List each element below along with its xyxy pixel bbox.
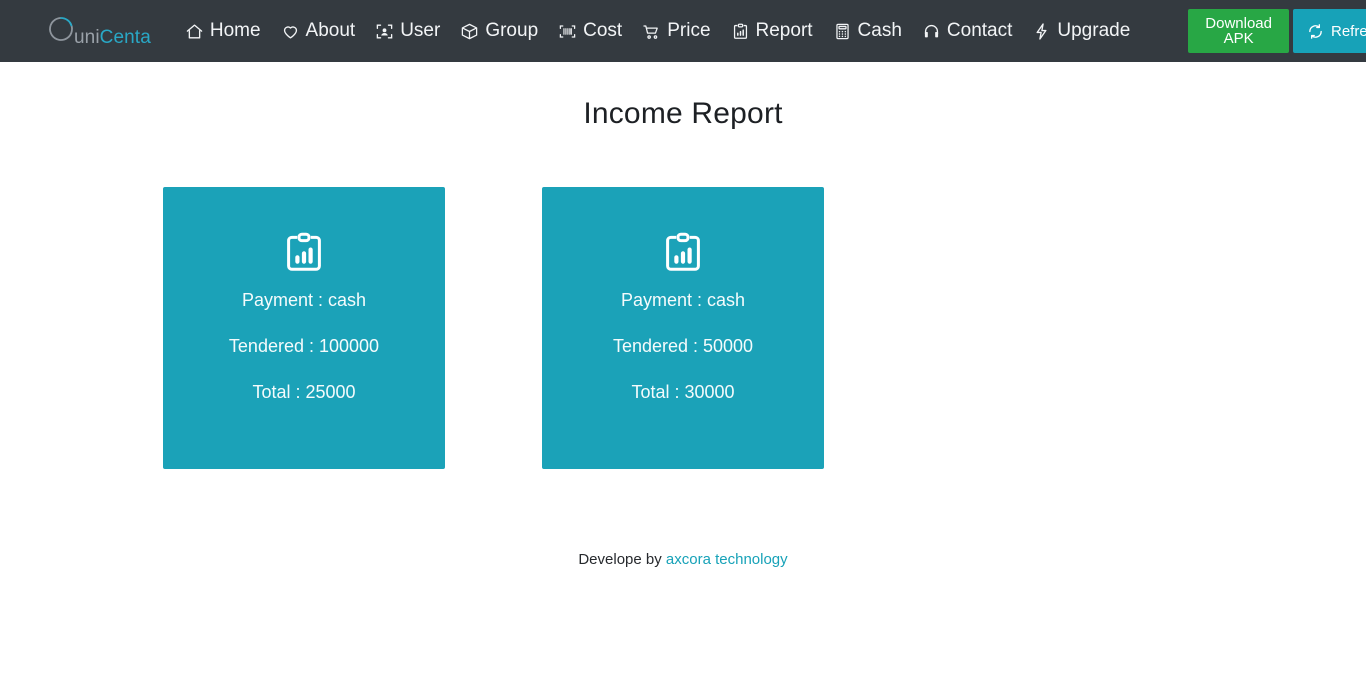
refresh-icon	[1307, 23, 1324, 40]
nav-label-cost: Cost	[583, 20, 623, 41]
nav-link-home[interactable]: Home	[175, 14, 271, 48]
nav-item-cost: Cost	[548, 14, 632, 48]
nav-item-group: Group	[450, 14, 548, 48]
refresh-label: Refresh	[1331, 22, 1366, 40]
download-apk-button[interactable]: Download APK	[1188, 9, 1289, 53]
nav-link-cash[interactable]: Cash	[823, 14, 912, 48]
card-payment-label: Payment : cash	[620, 290, 746, 310]
card-total-label: Total : 25000	[252, 382, 356, 402]
nav-item-report: Report	[721, 14, 823, 48]
nav-link-group[interactable]: Group	[450, 14, 548, 48]
nav-item-upgrade: Upgrade	[1022, 14, 1140, 48]
box-icon	[460, 22, 479, 41]
heart-icon	[281, 22, 300, 41]
nav-item-cash: Cash	[823, 14, 912, 48]
nav-label-contact: Contact	[946, 20, 1013, 41]
card-tendered-label: Tendered : 100000	[228, 336, 380, 356]
footer: Develope by axcora technology	[0, 551, 1366, 568]
income-cards-row: Payment : cash Tendered : 100000 Total :…	[0, 187, 1366, 469]
nav-link-user[interactable]: User	[365, 14, 450, 48]
nav-label-about: About	[305, 20, 356, 41]
nav-label-group: Group	[485, 20, 539, 41]
nav-label-report: Report	[755, 20, 813, 41]
nav-item-home: Home	[175, 14, 271, 48]
nav-link-upgrade[interactable]: Upgrade	[1022, 14, 1140, 48]
lightning-bolt-icon	[1032, 22, 1051, 41]
headset-icon	[922, 22, 941, 41]
navbar-actions: Download APK Refresh	[1188, 9, 1366, 53]
nav-label-cash: Cash	[857, 20, 902, 41]
nav-item-contact: Contact	[912, 14, 1022, 48]
brand-text: uniCenta	[74, 28, 151, 47]
top-navbar: uniCenta Home About User Group Cost Pric…	[0, 0, 1366, 62]
nav-item-price: Price	[632, 14, 720, 48]
card-total-label: Total : 30000	[631, 382, 735, 402]
nav-link-about[interactable]: About	[271, 14, 366, 48]
refresh-button[interactable]: Refresh	[1293, 9, 1366, 53]
calculator-icon	[833, 22, 852, 41]
brand-logo[interactable]: uniCenta	[44, 14, 153, 48]
nav-item-user: User	[365, 14, 450, 48]
chart-clipboard-icon	[659, 229, 707, 277]
shopping-cart-icon	[642, 22, 661, 41]
nav-link-price[interactable]: Price	[632, 14, 720, 48]
nav-link-contact[interactable]: Contact	[912, 14, 1022, 48]
card-tendered-label: Tendered : 50000	[612, 336, 754, 356]
nav-item-about: About	[271, 14, 366, 48]
nav-label-home: Home	[209, 20, 261, 41]
card-payment-label: Payment : cash	[241, 290, 367, 310]
nav-link-cost[interactable]: Cost	[548, 14, 632, 48]
brand-text-centa: Centa	[99, 26, 151, 48]
nav-label-user: User	[400, 20, 441, 41]
footer-text: Develope by	[578, 551, 662, 568]
chart-clipboard-icon	[731, 22, 750, 41]
income-card[interactable]: Payment : cash Tendered : 100000 Total :…	[163, 187, 445, 469]
chart-clipboard-icon	[280, 229, 328, 277]
footer-link-axcora[interactable]: axcora technology	[666, 551, 788, 568]
user-card-icon	[375, 22, 394, 41]
nav-link-report[interactable]: Report	[721, 14, 823, 48]
brand-text-uni: uni	[74, 26, 100, 48]
main-content: Income Report Payment : cash Tendered : …	[0, 62, 1366, 568]
nav-label-upgrade: Upgrade	[1057, 20, 1131, 41]
nav-label-price: Price	[667, 20, 711, 41]
nav-menu: Home About User Group Cost Price Report …	[175, 14, 1140, 48]
barcode-icon	[558, 22, 577, 41]
circle-logo-icon	[44, 14, 78, 48]
download-apk-label: Download APK	[1205, 15, 1272, 47]
page-title: Income Report	[583, 97, 783, 130]
income-card[interactable]: Payment : cash Tendered : 50000 Total : …	[542, 187, 824, 469]
home-icon	[185, 22, 204, 41]
